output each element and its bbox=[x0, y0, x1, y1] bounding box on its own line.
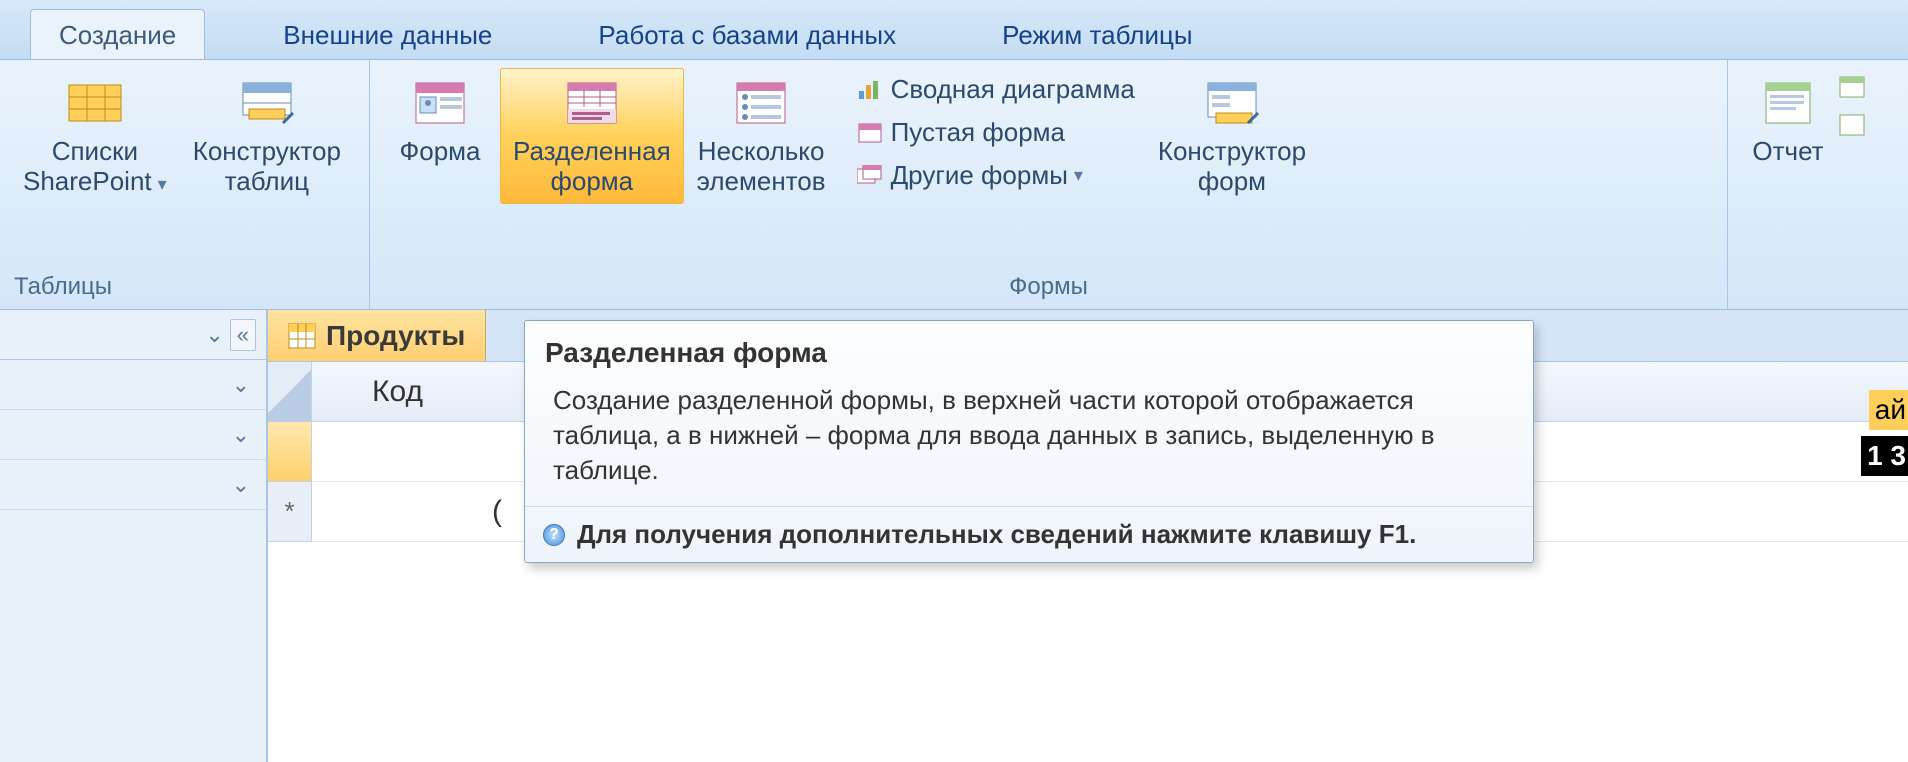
blank-form-label: Пустая форма bbox=[891, 117, 1065, 148]
report-button[interactable]: Отчет bbox=[1738, 68, 1838, 174]
group-forms-label: Формы bbox=[380, 269, 1717, 307]
partial-text-2: 1 3 bbox=[1861, 436, 1908, 476]
super-tooltip: Разделенная форма Создание разделенной ф… bbox=[524, 320, 1534, 563]
report-icon bbox=[1760, 75, 1816, 131]
group-reports-label bbox=[1738, 297, 1898, 307]
row-selector-new[interactable]: * bbox=[268, 482, 311, 542]
group-reports: Отчет bbox=[1728, 60, 1908, 309]
collapse-nav-button[interactable]: « bbox=[230, 319, 256, 351]
table-yellow-icon bbox=[67, 75, 123, 131]
group-forms: Форма Разделенная форма Несколько элемен… bbox=[370, 60, 1728, 309]
pivot-chart-label: Сводная диаграмма bbox=[891, 74, 1135, 105]
split-form-button[interactable]: Разделенная форма bbox=[500, 68, 684, 204]
multiple-items-icon bbox=[733, 75, 789, 131]
tab-database-tools[interactable]: Работа с базами данных bbox=[570, 10, 924, 59]
split-form-icon bbox=[564, 75, 620, 131]
partial-text-1: ай bbox=[1869, 390, 1908, 430]
sharepoint-lists-button[interactable]: Списки SharePoint bbox=[10, 68, 180, 204]
tooltip-body: Создание разделенной формы, в верхней ча… bbox=[525, 373, 1533, 506]
pivot-chart-icon bbox=[855, 77, 885, 103]
multiple-items-button[interactable]: Несколько элементов bbox=[684, 68, 839, 204]
ribbon-tabs: Создание Внешние данные Работа с базами … bbox=[0, 0, 1908, 60]
table-designer-icon bbox=[239, 75, 295, 131]
dropdown-icon[interactable]: ⌄ bbox=[205, 322, 223, 348]
nav-header[interactable]: ⌄ « bbox=[0, 310, 266, 360]
blank-form-button[interactable]: Пустая форма bbox=[845, 111, 1145, 154]
other-forms-button[interactable]: Другие формы bbox=[845, 154, 1145, 197]
document-tab-label: Продукты bbox=[326, 320, 465, 352]
datasheet-icon bbox=[288, 323, 316, 349]
chevron-down-icon: ⌄ bbox=[232, 422, 250, 448]
form-button[interactable]: Форма bbox=[380, 68, 500, 174]
blank-form-icon bbox=[855, 120, 885, 146]
tab-create[interactable]: Создание bbox=[30, 9, 205, 59]
help-icon: ? bbox=[543, 524, 565, 546]
nav-section-2[interactable]: ⌄ bbox=[0, 410, 266, 460]
tooltip-footer: ? Для получения дополнительных сведений … bbox=[525, 506, 1533, 562]
report-label: Отчет bbox=[1752, 137, 1823, 167]
row-headers: * bbox=[268, 362, 312, 542]
tooltip-title: Разделенная форма bbox=[525, 321, 1533, 373]
other-forms-label: Другие формы bbox=[891, 160, 1068, 191]
tab-external-data[interactable]: Внешние данные bbox=[255, 10, 520, 59]
nav-section-1[interactable]: ⌄ bbox=[0, 360, 266, 410]
forms-small-buttons: Сводная диаграмма Пустая форма Другие фо… bbox=[839, 68, 1145, 197]
document-tab-products[interactable]: Продукты bbox=[268, 310, 486, 361]
sharepoint-lists-label: Списки SharePoint bbox=[23, 137, 167, 197]
form-designer-icon bbox=[1204, 75, 1260, 131]
form-designer-label: Конструктор форм bbox=[1158, 137, 1306, 197]
table-designer-label: Конструктор таблиц bbox=[193, 137, 341, 197]
chevron-down-icon: ⌄ bbox=[232, 472, 250, 498]
table-designer-button[interactable]: Конструктор таблиц bbox=[180, 68, 354, 204]
report-small-icon-2[interactable] bbox=[1838, 112, 1868, 138]
other-forms-icon bbox=[855, 163, 885, 189]
pivot-chart-button[interactable]: Сводная диаграмма bbox=[845, 68, 1145, 111]
multiple-items-label: Несколько элементов bbox=[697, 137, 826, 197]
tooltip-footer-text: Для получения дополнительных сведений на… bbox=[577, 519, 1416, 550]
row-selector-1[interactable] bbox=[268, 422, 311, 482]
chevron-down-icon: ⌄ bbox=[232, 372, 250, 398]
form-icon bbox=[412, 75, 468, 131]
group-tables: Списки SharePoint Конструктор таблиц Таб… bbox=[0, 60, 370, 309]
tab-table-mode[interactable]: Режим таблицы bbox=[974, 10, 1220, 59]
select-all-corner[interactable] bbox=[268, 362, 311, 422]
group-tables-label: Таблицы bbox=[10, 269, 359, 307]
nav-section-3[interactable]: ⌄ bbox=[0, 460, 266, 510]
navigation-pane: ⌄ « ⌄ ⌄ ⌄ bbox=[0, 310, 268, 762]
form-designer-button[interactable]: Конструктор форм bbox=[1145, 68, 1319, 204]
report-small-icon-1[interactable] bbox=[1838, 74, 1868, 100]
split-form-label: Разделенная форма bbox=[513, 137, 671, 197]
ribbon: Списки SharePoint Конструктор таблиц Таб… bbox=[0, 60, 1908, 310]
form-label: Форма bbox=[399, 137, 480, 167]
